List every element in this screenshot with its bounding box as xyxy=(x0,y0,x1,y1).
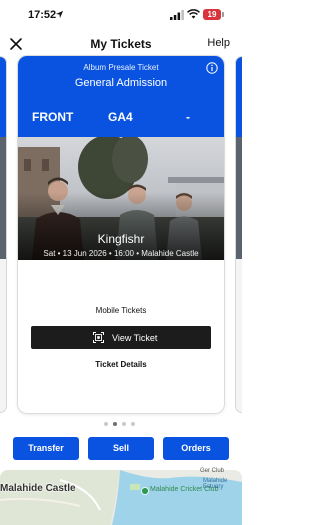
seat-row: GA4 xyxy=(108,110,133,124)
cellular-signal-icon xyxy=(170,10,184,20)
map-pin-icon xyxy=(141,487,149,495)
artist-name: Kingfishr xyxy=(97,232,145,246)
map-label-estuary: Malahide Estuary xyxy=(203,478,228,490)
map-label-castle: Malahide Castle xyxy=(0,483,76,494)
battery-nub xyxy=(222,12,224,17)
view-ticket-button[interactable]: View Ticket xyxy=(31,326,211,349)
admission-type: General Admission xyxy=(74,77,168,89)
info-icon[interactable] xyxy=(206,62,218,74)
battery-icon: 19 xyxy=(203,9,221,20)
seat-number: - xyxy=(186,110,190,124)
my-tickets-screen: 17:52 19 My Tickets Help Album Presale T… xyxy=(0,0,242,525)
transfer-button[interactable]: Transfer xyxy=(13,437,79,460)
nav-bar: My Tickets Help xyxy=(0,30,242,58)
map-label-top: Ger Club xyxy=(200,468,225,474)
ticket-card[interactable]: Album Presale Ticket General Admission F… xyxy=(18,56,224,413)
status-bar: 17:52 19 xyxy=(0,0,242,30)
page-dot-active[interactable] xyxy=(113,422,117,426)
wifi-icon xyxy=(187,9,200,19)
help-link[interactable]: Help xyxy=(207,37,230,49)
seat-section: FRONT xyxy=(32,110,74,124)
view-ticket-label: View Ticket xyxy=(112,333,158,343)
page-title: My Tickets xyxy=(90,37,152,51)
ticket-header: Album Presale Ticket General Admission F… xyxy=(18,56,224,137)
orders-button[interactable]: Orders xyxy=(163,437,229,460)
ticket-details-link[interactable]: Ticket Details xyxy=(18,360,224,369)
next-ticket-card[interactable] xyxy=(235,56,242,413)
location-arrow-icon xyxy=(55,10,64,19)
sell-button[interactable]: Sell xyxy=(88,437,154,460)
previous-ticket-card[interactable] xyxy=(0,56,7,413)
page-dot[interactable] xyxy=(131,422,135,426)
page-dot[interactable] xyxy=(122,422,126,426)
event-date-venue: Sat • 13 Jun 2026 • 16:00 • Malahide Cas… xyxy=(43,249,199,258)
page-dot[interactable] xyxy=(104,422,108,426)
barcode-scan-icon xyxy=(93,332,104,343)
presale-label: Album Presale Ticket xyxy=(83,63,159,72)
mobile-tickets-label: Mobile Tickets xyxy=(95,306,147,315)
status-time: 17:52 xyxy=(28,9,57,21)
